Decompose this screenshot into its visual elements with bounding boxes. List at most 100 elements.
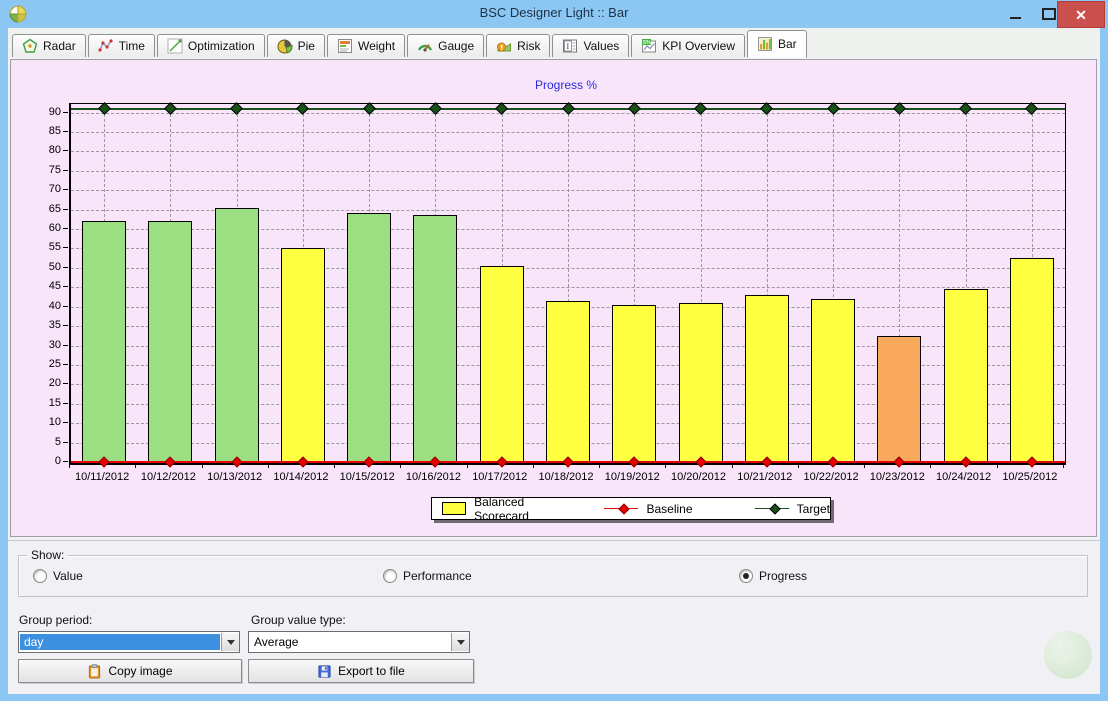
bar-10/17/2012	[479, 265, 524, 462]
time-chart-icon	[98, 39, 113, 52]
tab-label: Time	[118, 39, 145, 53]
clipboard-icon	[89, 663, 101, 679]
tab-label: Risk	[517, 39, 541, 53]
tab-time[interactable]: Time	[87, 34, 155, 57]
tab-kpi-overview[interactable]: 5% KPI Overview	[631, 34, 745, 57]
plot-area	[69, 102, 1066, 468]
tab-radar[interactable]: Radar	[12, 34, 86, 57]
tab-pie[interactable]: Pie	[266, 34, 325, 57]
legend-swatch-balanced-scorecard	[442, 502, 467, 515]
bar-10/16/2012	[413, 215, 458, 462]
radio-circle-icon	[383, 569, 397, 583]
bar-chart-icon	[757, 37, 772, 51]
tab-weight[interactable]: Weight	[326, 34, 406, 57]
kpi-overview-icon: 5%	[642, 39, 657, 53]
x-axis-label: 10/20/2012	[670, 471, 727, 483]
button-label: Export to file	[338, 664, 405, 678]
svg-text:5%: 5%	[643, 40, 651, 46]
radio-label: Value	[53, 569, 83, 583]
export-to-file-button[interactable]: Export to file	[248, 659, 474, 683]
group-period-dropdown[interactable]: day	[18, 631, 240, 653]
tab-gauge[interactable]: Gauge	[407, 34, 485, 57]
legend-label: Target	[796, 501, 830, 516]
tab-content: Progress % 0 5 10 15 20 25 30 35 40 45 50 55 60 65 70 7…	[8, 57, 1100, 694]
weight-icon	[337, 39, 352, 53]
tab-risk[interactable]: Risk	[486, 34, 551, 57]
x-axis-label: 10/19/2012	[604, 471, 660, 483]
dropdown-button[interactable]	[221, 633, 239, 651]
tab-label: Values	[583, 39, 620, 53]
radio-progress[interactable]: Progress	[739, 569, 807, 583]
maximize-icon	[1042, 7, 1056, 20]
close-icon: ✕	[1075, 6, 1087, 23]
chevron-down-icon	[226, 639, 235, 645]
bar-10/18/2012	[546, 300, 590, 462]
x-axis-label: 10/23/2012	[869, 471, 925, 483]
group-period-label: Group period:	[19, 613, 93, 627]
x-axis-label: 10/21/2012	[737, 471, 793, 483]
chart-legend: Balanced Scorecard Baseline Target	[431, 495, 831, 523]
x-axis-label: 10/14/2012	[273, 471, 329, 483]
radio-label: Performance	[403, 569, 472, 583]
optimization-icon	[167, 38, 183, 54]
x-axis-label: 10/17/2012	[472, 471, 528, 483]
chart-title: Progress %	[534, 78, 598, 92]
x-axis-label: 10/25/2012	[1002, 471, 1058, 483]
bar-10/14/2012	[280, 248, 325, 462]
tab-label: KPI Overview	[662, 39, 735, 53]
tab-label: Optimization	[187, 39, 255, 53]
bar-10/22/2012	[811, 298, 856, 462]
tab-label: Gauge	[438, 39, 475, 53]
gauge-icon	[418, 44, 433, 52]
tab-values[interactable]: I Values	[552, 34, 630, 57]
bar-10/11/2012	[82, 221, 127, 462]
bar-10/12/2012	[148, 221, 193, 462]
risk-icon	[497, 42, 512, 52]
tab-bar: Radar Time Optimization Pie Weight Gauge	[8, 28, 1100, 58]
pie-chart-icon	[277, 39, 293, 54]
tab-optimization[interactable]: Optimization	[156, 34, 265, 57]
bar-10/25/2012	[1009, 258, 1054, 462]
bar-10/20/2012	[678, 302, 723, 462]
bar-10/13/2012	[214, 207, 259, 462]
legend-marker-baseline	[604, 503, 639, 515]
chevron-down-icon	[456, 639, 465, 645]
radio-circle-icon	[739, 569, 753, 583]
legend-label: Baseline	[646, 501, 693, 516]
minimize-icon	[1009, 16, 1021, 19]
minimize-button[interactable]	[998, 0, 1032, 27]
group-value-type-value: Average	[254, 635, 299, 649]
show-group-label: Show:	[27, 548, 69, 562]
copy-image-button[interactable]: Copy image	[18, 659, 242, 683]
radio-circle-icon	[33, 569, 47, 583]
tab-bar[interactable]: Bar	[746, 30, 807, 58]
tab-label: Pie	[297, 39, 315, 53]
play-overlay-icon	[1044, 631, 1092, 679]
window-title: BSC Designer Light :: Bar	[479, 5, 629, 20]
bar-10/15/2012	[347, 213, 392, 462]
tab-label: Bar	[777, 37, 797, 51]
chart-options-panel: Show: Value Performance Progress Group p…	[8, 540, 1100, 694]
tab-label: Weight	[357, 39, 396, 53]
radio-performance[interactable]: Performance	[383, 569, 472, 583]
title-bar: BSC Designer Light :: Bar ✕	[0, 0, 1108, 28]
x-axis-label: 10/13/2012	[207, 471, 263, 483]
group-value-type-dropdown[interactable]: Average	[248, 631, 470, 653]
x-axis-label: 10/11/2012	[75, 471, 130, 483]
save-floppy-icon	[318, 664, 331, 678]
tab-label: Radar	[43, 39, 76, 53]
x-axis-label: 10/22/2012	[803, 471, 859, 483]
x-axis-label: 10/24/2012	[936, 471, 992, 483]
close-button[interactable]: ✕	[1057, 1, 1105, 28]
app-window: BSC Designer Light :: Bar ✕ Radar Time O…	[0, 0, 1108, 701]
values-icon: I	[563, 39, 578, 53]
show-groupbox: Show: Value Performance Progress	[18, 548, 1088, 597]
radio-value[interactable]: Value	[33, 569, 83, 583]
group-period-value: day	[20, 634, 220, 650]
radio-label: Progress	[759, 569, 808, 583]
group-value-type-label: Group value type:	[251, 613, 346, 627]
button-label: Copy image	[108, 664, 173, 678]
x-axis-label: 10/12/2012	[140, 471, 196, 483]
dropdown-button[interactable]	[451, 633, 469, 651]
legend-marker-target	[754, 503, 789, 515]
